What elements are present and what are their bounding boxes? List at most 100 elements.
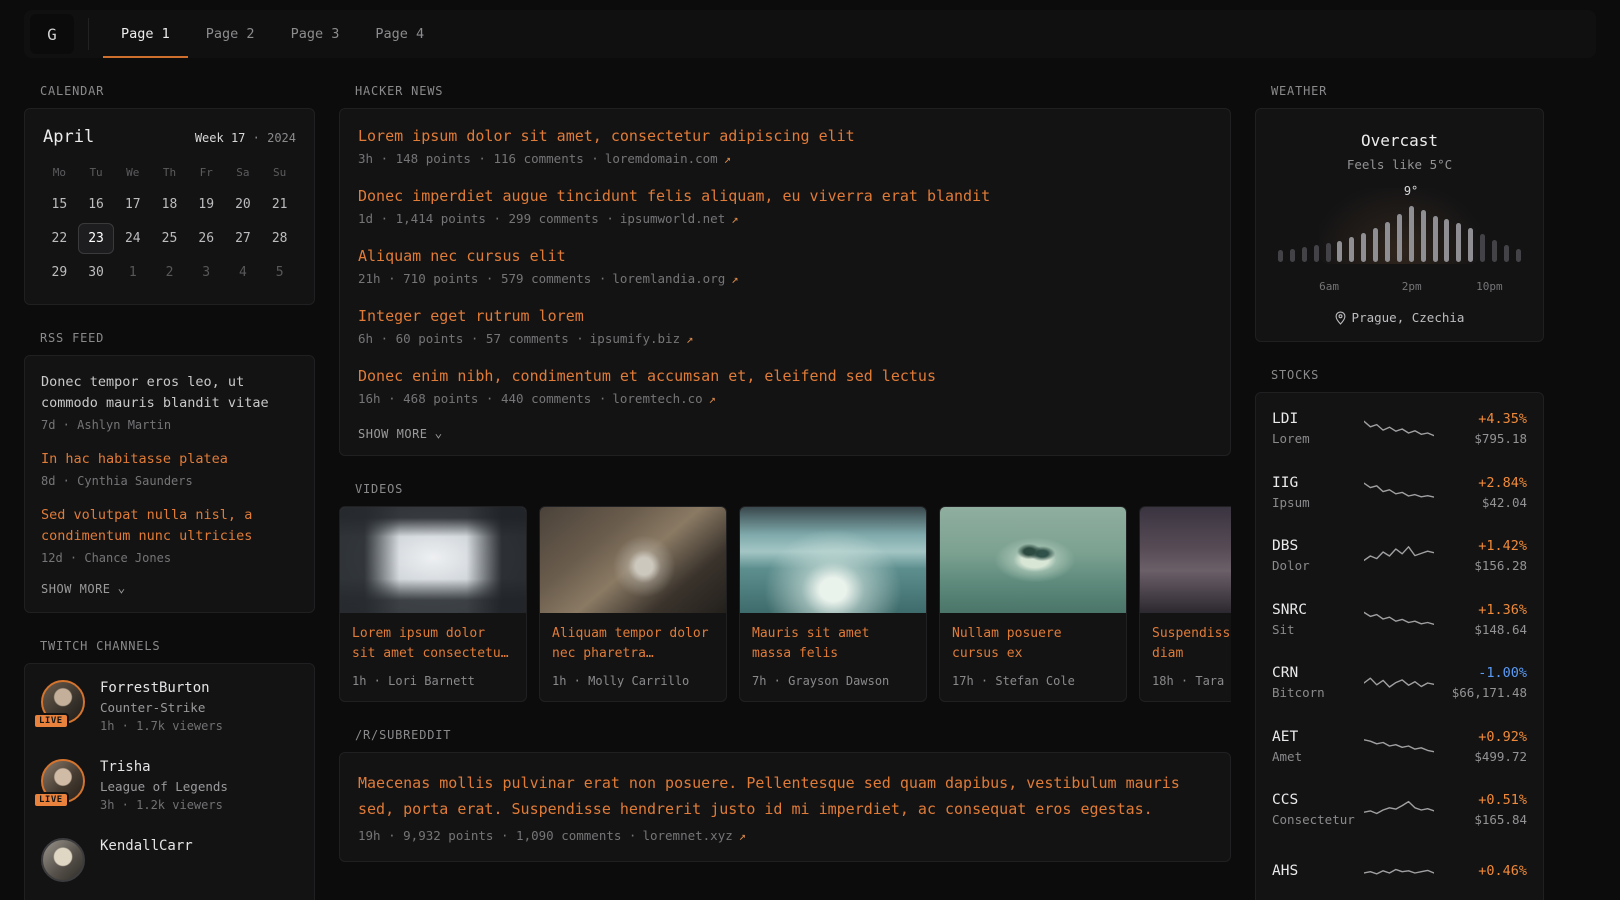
calendar-day-next-month: 1 — [114, 257, 151, 288]
live-badge: LIVE — [33, 713, 69, 729]
stock-values: -1.00% $66,171.48 — [1435, 665, 1527, 700]
external-link-icon[interactable]: ↗ — [686, 332, 693, 346]
video-title[interactable]: Lorem ipsum dolor sit amet consectetu… — [352, 624, 514, 665]
twitch-channel-name[interactable]: KendallCarr — [100, 838, 193, 854]
external-link-icon[interactable]: ↗ — [724, 152, 731, 166]
twitch-channel-name[interactable]: Trisha — [100, 759, 228, 775]
calendar-dow: Th — [151, 157, 188, 186]
weather-hour-bar — [1456, 223, 1461, 262]
video-meta: 1h · Lori Barnett — [352, 674, 514, 688]
video-thumbnail[interactable] — [340, 507, 526, 613]
video-card[interactable]: Aliquam tempor dolor nec pharetra… 1h · … — [539, 506, 727, 702]
rss-show-more-button[interactable]: SHOW MORE ⌄ — [41, 582, 298, 596]
video-title[interactable]: Mauris sit amet massa felis — [752, 624, 914, 665]
stock-price: $499.72 — [1435, 749, 1527, 764]
rss-item-meta: 12d · Chance Jones — [41, 551, 298, 565]
subreddit-post-title[interactable]: Maecenas mollis pulvinar erat non posuer… — [358, 771, 1212, 822]
video-thumbnail[interactable] — [1140, 507, 1231, 613]
stock-change: +4.35% — [1435, 411, 1527, 427]
calendar-dow: Fr — [188, 157, 225, 186]
weather-hour-bar — [1349, 237, 1354, 262]
external-link-icon[interactable]: ↗ — [709, 392, 716, 406]
rss-item-title[interactable]: Donec tempor eros leo, ut commodo mauris… — [41, 372, 298, 414]
calendar-header: April Week 17 · 2024 — [41, 125, 298, 157]
weather-feels-like: Feels like 5°C — [1272, 157, 1527, 172]
rss-widget: Donec tempor eros leo, ut commodo mauris… — [24, 355, 315, 613]
video-card[interactable]: Suspendisse diam 18h · Tara — [1139, 506, 1231, 702]
video-title[interactable]: Aliquam tempor dolor nec pharetra… — [552, 624, 714, 665]
video-card[interactable]: Mauris sit amet massa felis 7h · Grayson… — [739, 506, 927, 702]
video-title[interactable]: Suspendisse diam — [1152, 624, 1231, 665]
rss-show-more-label: SHOW MORE — [41, 582, 111, 596]
stock-values: +0.51% $165.84 — [1435, 792, 1527, 827]
weather-hour-bar — [1397, 214, 1402, 262]
twitch-section-title: TWITCH CHANNELS — [24, 639, 315, 653]
tab-page-3[interactable]: Page 3 — [273, 10, 358, 58]
calendar-day: 25 — [151, 223, 188, 254]
twitch-channel-row[interactable]: KendallCarr — [41, 838, 298, 882]
tab-page-2[interactable]: Page 2 — [188, 10, 273, 58]
video-thumbnail[interactable] — [540, 507, 726, 613]
video-thumbnail[interactable] — [940, 507, 1126, 613]
stock-id: CRN Bitcorn — [1272, 665, 1362, 700]
calendar-day: 21 — [261, 189, 298, 220]
stock-sparkline — [1364, 670, 1434, 696]
rss-item-title[interactable]: In hac habitasse platea — [41, 449, 298, 470]
stock-id: DBS Dolor — [1272, 538, 1362, 573]
stock-spark-wrap — [1362, 479, 1435, 505]
hackernews-item-title[interactable]: Lorem ipsum dolor sit amet, consectetur … — [358, 127, 1212, 145]
hackernews-item-title[interactable]: Donec imperdiet augue tincidunt felis al… — [358, 187, 1212, 205]
stock-row: AET Amet +0.92% $499.72 — [1272, 715, 1527, 779]
calendar-day-selected: 23 — [78, 223, 115, 254]
weather-hour-bar — [1373, 228, 1378, 262]
stock-price: $156.28 — [1435, 558, 1527, 573]
weather-hour-bar — [1361, 233, 1366, 262]
stock-values: +1.42% $156.28 — [1435, 538, 1527, 573]
stock-sparkline — [1364, 479, 1434, 505]
external-link-icon[interactable]: ↗ — [731, 272, 738, 286]
video-card[interactable]: Lorem ipsum dolor sit amet consectetu… 1… — [339, 506, 527, 702]
calendar-year-label: · 2024 — [253, 131, 296, 145]
calendar-day: 26 — [188, 223, 225, 254]
video-title[interactable]: Nullam posuere cursus ex — [952, 624, 1114, 665]
hackernews-show-more-button[interactable]: SHOW MORE ⌄ — [358, 427, 1212, 441]
subreddit-widget: Maecenas mollis pulvinar erat non posuer… — [339, 752, 1231, 862]
twitch-widget: LIVE ForrestBurton Counter-Strike 1h · 1… — [24, 663, 315, 900]
hackernews-item-domain[interactable]: loremtech.co — [612, 391, 702, 406]
video-thumbnail[interactable] — [740, 507, 926, 613]
twitch-channel-row[interactable]: LIVE Trisha League of Legends 3h · 1.2k … — [41, 759, 298, 812]
stock-values: +4.35% $795.18 — [1435, 411, 1527, 446]
hackernews-item-domain[interactable]: ipsumify.biz — [590, 331, 680, 346]
hackernews-item-domain[interactable]: loremdomain.com — [605, 151, 718, 166]
stock-row: CCS Consectetur +0.51% $165.84 — [1272, 778, 1527, 842]
hackernews-item-domain[interactable]: ipsumworld.net — [620, 211, 725, 226]
hackernews-item-title[interactable]: Donec enim nibh, condimentum et accumsan… — [358, 367, 1212, 385]
right-column: WEATHER Overcast Feels like 5°C 9° 6am 2… — [1255, 58, 1544, 900]
weather-hour-bar — [1504, 245, 1509, 262]
external-link-icon[interactable]: ↗ — [739, 829, 746, 843]
subreddit-post-domain[interactable]: loremnet.xyz — [642, 828, 732, 843]
location-pin-icon — [1335, 311, 1346, 325]
external-link-icon[interactable]: ↗ — [731, 212, 738, 226]
hackernews-item: Integer eget rutrum lorem 6h · 60 points… — [358, 307, 1212, 346]
subreddit-post-stats: 19h · 9,932 points · 1,090 comments · — [358, 828, 636, 843]
hackernews-item-meta: 1d · 1,414 points · 299 comments · ipsum… — [358, 211, 1212, 226]
stock-sparkline — [1364, 416, 1434, 442]
rss-section-title: RSS FEED — [24, 331, 315, 345]
tab-page-1[interactable]: Page 1 — [103, 10, 188, 58]
twitch-channel-name[interactable]: ForrestBurton — [100, 680, 223, 696]
hackernews-item-title[interactable]: Integer eget rutrum lorem — [358, 307, 1212, 325]
stock-values: +0.92% $499.72 — [1435, 729, 1527, 764]
hackernews-item-stats: 6h · 60 points · 57 comments · — [358, 331, 584, 346]
stock-spark-wrap — [1362, 860, 1435, 886]
video-card[interactable]: Nullam posuere cursus ex 17h · Stefan Co… — [939, 506, 1127, 702]
dashboard-layout: CALENDAR April Week 17 · 2024 Mo Tu We T… — [0, 58, 1620, 900]
hackernews-item-domain[interactable]: loremlandia.org — [612, 271, 725, 286]
hackernews-show-more-label: SHOW MORE — [358, 427, 428, 441]
tab-page-4[interactable]: Page 4 — [357, 10, 442, 58]
rss-item-title[interactable]: Sed volutpat nulla nisl, a condimentum n… — [41, 505, 298, 547]
weather-hour-bar — [1421, 210, 1426, 262]
twitch-channel-row[interactable]: LIVE ForrestBurton Counter-Strike 1h · 1… — [41, 680, 298, 733]
hackernews-item-title[interactable]: Aliquam nec cursus elit — [358, 247, 1212, 265]
calendar-dow: Tu — [78, 157, 115, 186]
